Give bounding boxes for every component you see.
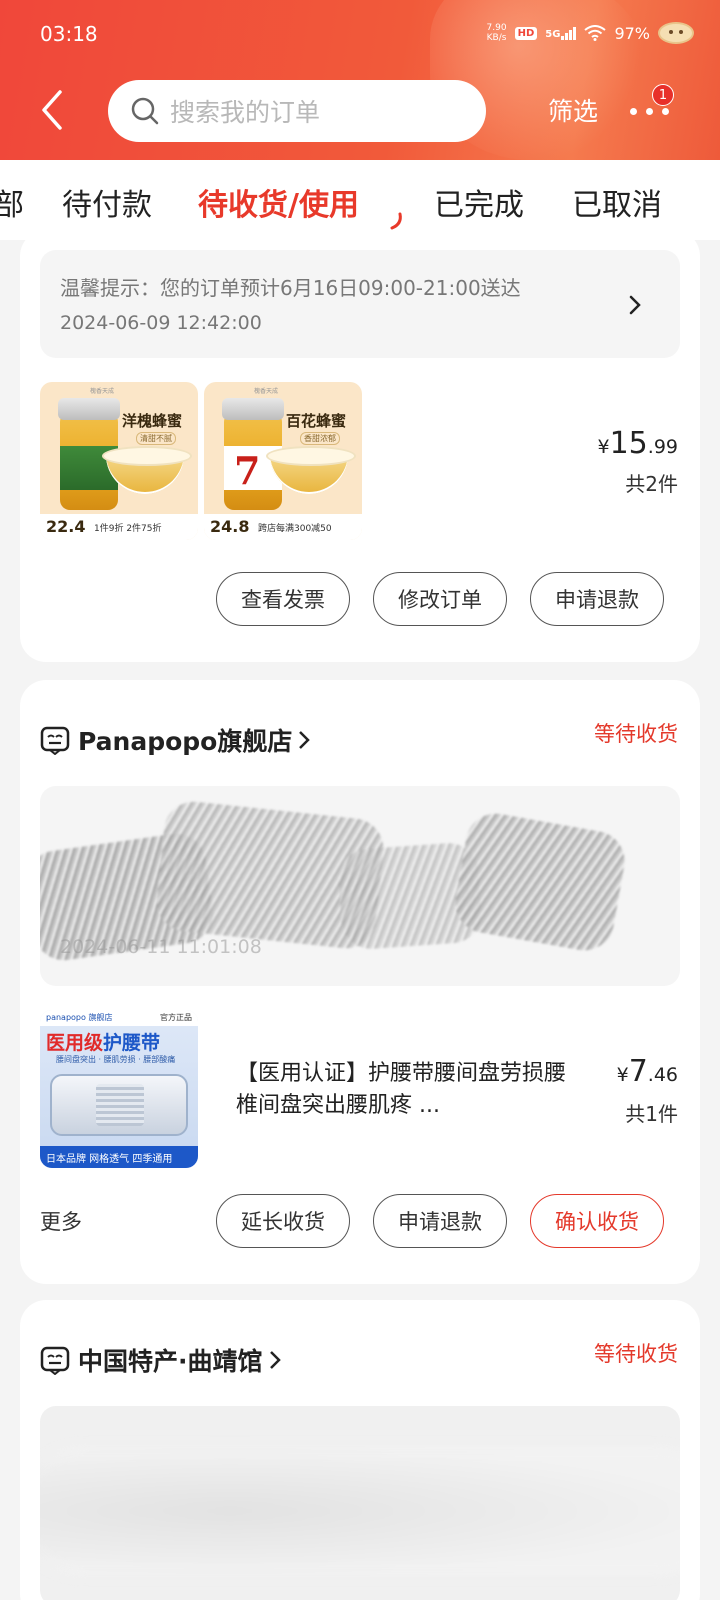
order-tabs: 部 待付款 待收货/使用 已完成 已取消 — [0, 160, 720, 240]
product-thumbnail[interactable]: 槐香天成 7 百花蜂蜜 香甜浓郁 24.8 跨店每满300减50 — [204, 382, 362, 540]
chevron-right-icon — [269, 1351, 281, 1369]
signal-icon: 5G — [545, 26, 577, 40]
delivery-notice[interactable]: 温馨提示：您的订单预计6月16日09:00-21:00送达 2024-06-09… — [40, 250, 680, 358]
store-mini-logo: 槐香天成 — [90, 388, 115, 395]
store-mini-logo: 槐香天成 — [254, 388, 279, 395]
status-bar: 03:18 7.90 KB/s HD 5G 97% — [0, 0, 720, 70]
request-refund-button[interactable]: 申请退款 — [530, 572, 664, 626]
extend-receipt-button[interactable]: 延长收货 — [216, 1194, 350, 1248]
order-quantity: 共2件 — [625, 472, 678, 496]
store-name: 中国特产·曲靖馆 — [78, 1347, 263, 1376]
filter-button[interactable]: 筛选 — [548, 92, 598, 128]
more-dot-icon — [630, 108, 637, 115]
net-speed-value: 7.90 — [486, 23, 507, 33]
more-actions-link[interactable]: 更多 — [40, 1206, 82, 1236]
product-promo: 跨店每满300减50 — [258, 524, 332, 534]
more-dot-icon — [662, 108, 669, 115]
product-subtitle: 香甜浓郁 — [300, 432, 340, 445]
order-status: 等待收货 — [594, 722, 678, 746]
product-brand: panapopo 旗舰店 官方正品 — [40, 1010, 198, 1026]
product-thumbnail[interactable]: panapopo 旗舰店 官方正品 医用级护腰带 腰间盘突出 · 腰肌劳损 · … — [40, 1010, 198, 1168]
order-quantity: 共1件 — [625, 1102, 678, 1126]
request-refund-button[interactable]: 申请退款 — [373, 1194, 507, 1248]
tab-cancelled[interactable]: 已取消 — [572, 180, 662, 224]
net-speed-unit: KB/s — [486, 33, 507, 43]
product-title[interactable]: 【医用认证】护腰带腰间盘劳损腰椎间盘突出腰肌疼 ... — [236, 1058, 566, 1122]
store-name: Panapopo旗舰店 — [78, 727, 293, 756]
hd-icon: HD — [514, 26, 538, 40]
header-bar: 03:18 7.90 KB/s HD 5G 97% 搜索我的订单 筛选 1 — [0, 0, 720, 160]
status-right-group: 7.90 KB/s HD 5G 97% — [487, 22, 694, 44]
chevron-right-icon — [299, 731, 311, 749]
store-icon — [40, 726, 70, 755]
product-price-bar: 22.4 1件9折 2件75折 — [40, 514, 198, 540]
product-tags: 腰间盘突出 · 腰肌劳损 · 腰部酸痛 — [56, 1055, 176, 1064]
product-promo: 1件9折 2件75折 — [94, 524, 162, 534]
product-tag-price: 22.4 — [46, 517, 86, 536]
more-dot-icon — [646, 108, 653, 115]
delivery-notice-redacted[interactable] — [40, 1406, 680, 1600]
order-total-price: ¥15.99 — [597, 426, 679, 461]
back-icon[interactable] — [38, 88, 66, 132]
product-name: 洋槐蜂蜜 — [122, 412, 183, 430]
order-timestamp: 2024-06-11 11:01:08 — [60, 936, 262, 958]
store-icon — [40, 1346, 70, 1375]
mascot-icon — [658, 22, 694, 44]
delivery-estimate: 温馨提示：您的订单预计6月16日09:00-21:00送达 — [60, 276, 521, 300]
order-card[interactable]: 中国特产·曲靖馆 等待收货 — [20, 1300, 700, 1600]
order-timestamp: 2024-06-09 12:42:00 — [60, 312, 262, 334]
tab-all[interactable]: 部 — [0, 180, 24, 224]
store-header[interactable]: Panapopo旗舰店 — [40, 722, 311, 758]
tab-completed[interactable]: 已完成 — [434, 180, 524, 224]
delivery-notice-redacted[interactable]: 2024-06-11 11:01:08 — [40, 786, 680, 986]
back-brace-image — [50, 1074, 188, 1136]
chevron-right-icon — [629, 295, 641, 315]
product-banner: 医用级护腰带 — [46, 1032, 161, 1054]
view-invoice-button[interactable]: 查看发票 — [216, 572, 350, 626]
battery-level: 97% — [614, 23, 650, 43]
tab-pending-receipt[interactable]: 待收货/使用 — [198, 180, 359, 224]
product-footer: 日本品牌 网格透气 四季通用 — [40, 1146, 198, 1168]
product-subtitle: 清甜不腻 — [136, 432, 176, 445]
network-type: 5G — [545, 28, 561, 40]
search-placeholder: 搜索我的订单 — [170, 98, 321, 127]
wifi-icon — [584, 25, 607, 41]
order-card[interactable]: Panapopo旗舰店 等待收货 2024-06-11 11:01:08 pan… — [20, 680, 700, 1284]
net-speed: 7.90 KB/s — [487, 23, 507, 43]
store-header[interactable]: 中国特产·曲靖馆 — [40, 1342, 281, 1378]
product-name: 百花蜂蜜 — [286, 412, 347, 430]
modify-order-button[interactable]: 修改订单 — [373, 572, 507, 626]
svg-text:7: 7 — [234, 448, 260, 490]
confirm-receipt-button[interactable]: 确认收货 — [530, 1194, 664, 1248]
active-tab-indicator — [390, 212, 402, 230]
order-card[interactable]: 温馨提示：您的订单预计6月16日09:00-21:00送达 2024-06-09… — [20, 230, 700, 662]
product-thumbnail[interactable]: 槐香天成 洋槐蜂蜜 清甜不腻 22.4 1件9折 2件75折 — [40, 382, 198, 540]
search-input[interactable]: 搜索我的订单 — [108, 80, 486, 142]
notification-badge: 1 — [652, 84, 674, 106]
search-icon — [131, 97, 159, 125]
product-price-bar: 24.8 跨店每满300减50 — [204, 514, 362, 540]
status-time: 03:18 — [40, 22, 98, 46]
order-status: 等待收货 — [594, 1342, 678, 1366]
tab-pending-payment[interactable]: 待付款 — [62, 180, 152, 224]
order-total-price: ¥7.46 — [616, 1054, 678, 1089]
product-tag-price: 24.8 — [210, 517, 250, 536]
